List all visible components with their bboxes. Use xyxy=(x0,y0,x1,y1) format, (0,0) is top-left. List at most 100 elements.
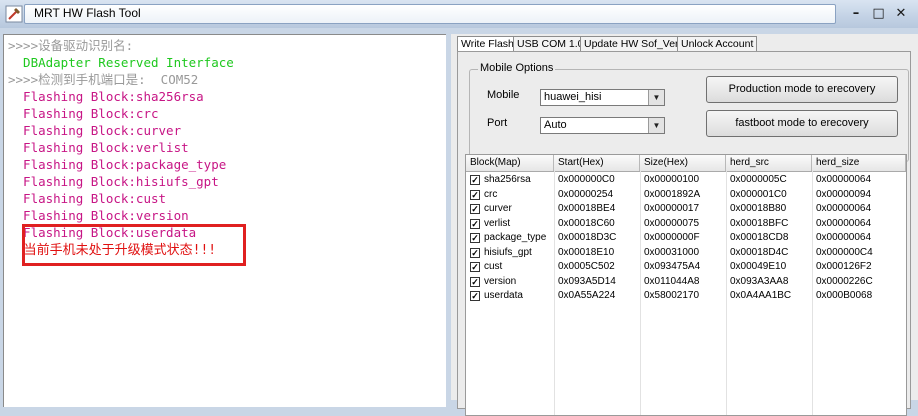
log-line: >>>>检测到手机端口是: COM52 xyxy=(8,72,199,87)
log-line: Flashing Block:hisiufs_gpt xyxy=(8,174,219,189)
table-cell-start: 0x00018D3C xyxy=(558,232,617,243)
log-line: Flashing Block:package_type xyxy=(8,157,227,172)
row-checkbox[interactable]: ✓ xyxy=(470,204,480,214)
table-row[interactable]: ✓ package_type 0x00018D3C 0x0000000F 0x00018… xyxy=(466,231,906,246)
row-checkbox[interactable]: ✓ xyxy=(470,291,480,301)
table-cell-size: 0x00000017 xyxy=(644,203,700,214)
table-cell-start: 0x00000254 xyxy=(558,188,614,200)
right-pane: Write Flash USB COM 1.0 Update HW Sof_Ve… xyxy=(451,34,918,416)
table-cell-block: cust xyxy=(484,261,503,272)
mobile-label: Mobile xyxy=(487,89,520,101)
table-cell-src: 0x093A3AA8 xyxy=(730,275,789,287)
tab-update-hw[interactable]: Update HW Sof_Ver xyxy=(580,36,683,52)
table-row[interactable]: ✓ userdata 0x0A55A224 0x58002170 0x0A4AA1BC 0… xyxy=(466,289,906,304)
table-header: Block(Map) Start(Hex) Size(Hex) herd_src… xyxy=(466,155,906,172)
table-cell-hsize: 0x0000226C xyxy=(816,275,873,287)
log-line: Flashing Block:verlist xyxy=(8,140,189,155)
production-mode-button[interactable]: Production mode to erecovery xyxy=(706,76,898,103)
col-header-herd-src[interactable]: herd_src xyxy=(726,155,812,171)
table-cell-start: 0x00018C60 xyxy=(558,217,615,229)
port-select[interactable]: Auto ▼ xyxy=(540,117,665,134)
log-line: Flashing Block:curver xyxy=(8,123,182,138)
table-cell-size: 0x00000075 xyxy=(644,217,700,229)
log-line: Flashing Block:version xyxy=(8,208,189,223)
log-panel[interactable]: >>>>设备驱动识别名: DBAdapter Reserved Interfac… xyxy=(3,34,446,407)
table-cell-size: 0x0000000F xyxy=(644,232,700,243)
table-cell-hsize: 0x00000064 xyxy=(816,232,872,243)
table-row[interactable]: ✓ cust 0x0005C502 0x093475A4 0x00049E10 0x000… xyxy=(466,260,906,275)
table-cell-start: 0x000000C0 xyxy=(558,174,615,185)
table-cell-src: 0x00018D4C xyxy=(730,246,789,258)
table-cell-hsize: 0x00000064 xyxy=(816,174,872,185)
table-cell-start: 0x00018BE4 xyxy=(558,203,616,214)
table-cell-block: version xyxy=(484,275,517,287)
table-cell-block: hisiufs_gpt xyxy=(484,246,532,258)
row-checkbox[interactable]: ✓ xyxy=(470,218,480,229)
block-table[interactable]: Block(Map) Start(Hex) Size(Hex) herd_src… xyxy=(465,154,907,416)
table-cell-src: 0x00049E10 xyxy=(730,261,787,272)
table-cell-block: crc xyxy=(484,188,498,200)
col-header-size[interactable]: Size(Hex) xyxy=(640,155,726,171)
port-label: Port xyxy=(487,117,508,129)
row-checkbox[interactable]: ✓ xyxy=(470,262,480,272)
table-cell-hsize: 0x00000064 xyxy=(816,203,872,214)
row-checkbox[interactable]: ✓ xyxy=(470,175,480,185)
col-header-start[interactable]: Start(Hex) xyxy=(554,155,640,171)
error-highlight-box xyxy=(22,224,246,266)
row-checkbox[interactable]: ✓ xyxy=(470,276,480,287)
table-row[interactable]: ✓ version 0x093A5D14 0x011044A8 0x093A3AA8 0x… xyxy=(466,275,906,290)
table-cell-src: 0x00018CD8 xyxy=(730,232,789,243)
col-header-herd-size[interactable]: herd_size xyxy=(812,155,906,171)
table-row[interactable]: ✓ curver 0x00018BE4 0x00000017 0x00018B80 0x0… xyxy=(466,202,906,217)
table-cell-src: 0x00018BFC xyxy=(730,217,789,229)
mobile-select-value: huawei_hisi xyxy=(544,91,602,103)
maximize-button[interactable]: □ xyxy=(869,6,887,21)
table-cell-size: 0x0001892A xyxy=(644,188,701,200)
table-cell-hsize: 0x000B0068 xyxy=(816,290,873,301)
mobile-select[interactable]: huawei_hisi ▼ xyxy=(540,89,665,106)
table-cell-block: curver xyxy=(484,203,512,214)
tab-unlock-account[interactable]: Unlock Account xyxy=(677,36,758,52)
table-row[interactable]: ✓ crc 0x00000254 0x0001892A 0x000001C0 0x0000… xyxy=(466,188,906,203)
table-cell-block: userdata xyxy=(484,290,523,301)
table-cell-start: 0x00018E10 xyxy=(558,246,615,258)
title-field xyxy=(24,4,836,24)
table-row[interactable]: ✓ sha256rsa 0x000000C0 0x00000100 0x0000005C… xyxy=(466,173,906,188)
table-cell-size: 0x00031000 xyxy=(644,246,700,258)
row-checkbox[interactable]: ✓ xyxy=(470,189,480,200)
table-cell-block: sha256rsa xyxy=(484,174,531,185)
table-cell-block: verlist xyxy=(484,217,511,229)
fastboot-mode-button[interactable]: fastboot mode to erecovery xyxy=(706,110,898,137)
table-cell-src: 0x0000005C xyxy=(730,174,787,185)
table-row[interactable]: ✓ verlist 0x00018C60 0x00000075 0x00018BFC 0x… xyxy=(466,217,906,232)
chevron-down-icon[interactable]: ▼ xyxy=(648,90,664,105)
table-cell-block: package_type xyxy=(484,232,547,243)
window-title: MRT HW Flash Tool xyxy=(34,6,141,20)
table-row[interactable]: ✓ hisiufs_gpt 0x00018E10 0x00031000 0x00018D… xyxy=(466,246,906,261)
col-header-block[interactable]: Block(Map) xyxy=(466,155,554,171)
log-line: Flashing Block:crc xyxy=(8,106,159,121)
table-cell-hsize: 0x000126F2 xyxy=(816,261,872,272)
tab-write-flash[interactable]: Write Flash xyxy=(457,36,518,52)
title-bar: MRT HW Flash Tool – □ ✕ xyxy=(0,0,918,28)
table-cell-hsize: 0x00000094 xyxy=(816,188,872,200)
close-button[interactable]: ✕ xyxy=(892,6,910,21)
table-cell-src: 0x00018B80 xyxy=(730,203,787,214)
table-cell-start: 0x093A5D14 xyxy=(558,275,616,287)
tab-usb-com[interactable]: USB COM 1.0 xyxy=(513,36,588,52)
chevron-down-icon[interactable]: ▼ xyxy=(648,118,664,133)
table-cell-size: 0x58002170 xyxy=(644,290,700,301)
log-line: >>>>设备驱动识别名: xyxy=(8,38,134,53)
table-cell-src: 0x000001C0 xyxy=(730,188,787,200)
log-line: Flashing Block:cust xyxy=(8,191,167,206)
table-cell-size: 0x011044A8 xyxy=(644,275,700,287)
mobile-options-label: Mobile Options xyxy=(478,62,556,74)
minimize-button[interactable]: – xyxy=(847,6,865,21)
table-cell-size: 0x00000100 xyxy=(644,174,700,185)
port-select-value: Auto xyxy=(544,119,567,131)
table-cell-hsize: 0x000000C4 xyxy=(816,246,873,258)
row-checkbox[interactable]: ✓ xyxy=(470,247,480,258)
log-line: DBAdapter Reserved Interface xyxy=(8,55,234,70)
row-checkbox[interactable]: ✓ xyxy=(470,233,480,243)
table-cell-start: 0x0005C502 xyxy=(558,261,615,272)
